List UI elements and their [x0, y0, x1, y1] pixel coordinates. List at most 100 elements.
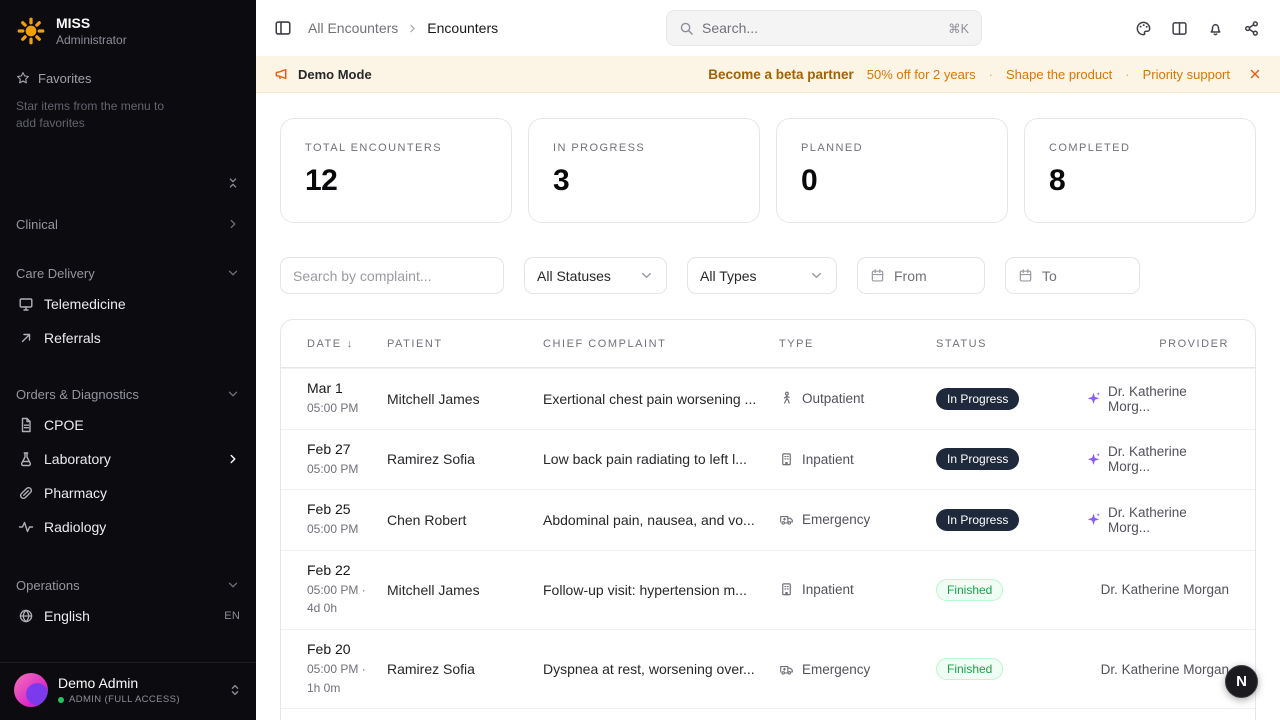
encounter-date: Mar 1 05:00 PM — [307, 380, 387, 418]
date-from-picker[interactable]: From — [857, 257, 985, 294]
table-row[interactable]: Mar 1 05:00 PM Mitchell James Exertional… — [281, 368, 1255, 429]
beta-partner-link[interactable]: Become a beta partner — [708, 67, 854, 82]
sidebar-item-language[interactable]: English EN — [0, 599, 256, 633]
ai-sparkle-icon — [1086, 452, 1101, 467]
chief-complaint: Low back pain radiating to left l... — [543, 451, 779, 467]
notifications-button[interactable] — [1207, 20, 1224, 37]
document-icon — [18, 417, 34, 433]
column-header-patient[interactable]: PATIENT — [387, 338, 543, 350]
breadcrumb-current: Encounters — [427, 20, 498, 36]
theme-button[interactable] — [1135, 20, 1152, 37]
encounters-table: DATE↓ PATIENT CHIEF COMPLAINT TYPE STATU… — [280, 319, 1256, 720]
type-filter-value: All Types — [700, 268, 757, 284]
status-badge: In Progress — [936, 388, 1019, 410]
chief-complaint: Follow-up visit: hypertension m... — [543, 582, 779, 598]
encounter-type: Emergency — [779, 512, 936, 527]
complaint-search-input[interactable] — [280, 257, 504, 294]
sidebar-item-label: Referrals — [44, 330, 101, 346]
group-label: Care Delivery — [16, 266, 95, 281]
search-input[interactable] — [702, 20, 940, 36]
floating-n-button[interactable]: N — [1225, 665, 1258, 698]
collapse-sections-icon[interactable] — [226, 176, 240, 190]
favorites-section: Favorites Star items from the menu to ad… — [0, 59, 256, 133]
encounter-type: Outpatient — [779, 391, 936, 406]
sidebar-item-telemedicine[interactable]: Telemedicine — [0, 287, 256, 321]
sidebar-group-care-delivery[interactable]: Care Delivery — [0, 260, 256, 287]
provider-cell: Dr. Katherine Morgan — [1101, 582, 1229, 597]
encounter-date: Feb 27 05:00 PM — [307, 441, 387, 479]
banner-perk: 50% off for 2 years — [867, 67, 976, 82]
sidebar-item-label: Radiology — [44, 519, 106, 535]
sidebar-item-label: English — [44, 608, 90, 624]
user-info: Demo Admin ADMIN (FULL ACCESS) — [58, 675, 180, 705]
app-header: MISS Administrator — [0, 0, 256, 59]
sidebar-item-pharmacy[interactable]: Pharmacy — [0, 476, 256, 510]
date-to-label: To — [1042, 268, 1057, 284]
topbar-actions — [1135, 20, 1260, 37]
encounter-type: Inpatient — [779, 452, 936, 467]
column-header-type[interactable]: TYPE — [779, 338, 936, 350]
sidebar-group-orders-diagnostics[interactable]: Orders & Diagnostics — [0, 381, 256, 408]
sidebar-item-referrals[interactable]: Referrals — [0, 321, 256, 355]
patient-name: Chen Robert — [387, 512, 543, 528]
sidebar-toggle-button[interactable] — [274, 19, 292, 37]
ai-sparkle-icon — [1086, 512, 1101, 527]
patient-name: Ramirez Sofia — [387, 661, 543, 677]
chevron-down-icon — [226, 266, 240, 280]
patient-name: Ramirez Sofia — [387, 451, 543, 467]
chevron-down-icon — [639, 268, 654, 283]
breadcrumb-link[interactable]: All Encounters — [308, 20, 398, 36]
banner-close-button[interactable] — [1248, 67, 1262, 81]
table-header-row: DATE↓ PATIENT CHIEF COMPLAINT TYPE STATU… — [281, 320, 1255, 368]
status-cell: In Progress — [936, 509, 1086, 531]
user-role: ADMIN (FULL ACCESS) — [69, 694, 180, 705]
table-row[interactable]: Feb 25 05:00 PM Chen Robert Abdominal pa… — [281, 489, 1255, 550]
sidebar-item-radiology[interactable]: Radiology — [0, 510, 256, 544]
stat-card-planned: PLANNED 0 — [776, 118, 1008, 223]
share-button[interactable] — [1243, 20, 1260, 37]
stat-value: 12 — [305, 163, 487, 199]
search-shortcut: ⌘K — [948, 21, 969, 36]
provider-cell: Dr. Katherine Morgan — [1101, 662, 1229, 677]
stat-card-in-progress: IN PROGRESS 3 — [528, 118, 760, 223]
sidebar-item-cpoe[interactable]: CPOE — [0, 408, 256, 442]
topbar: All Encounters Encounters ⌘K — [256, 0, 1280, 56]
sidebar-item-laboratory[interactable]: Laboratory — [0, 442, 256, 476]
table-row[interactable]: Feb 27 05:00 PM Ramirez Sofia Low back p… — [281, 429, 1255, 490]
flask-icon — [18, 451, 34, 467]
type-filter-select[interactable]: All Types — [687, 257, 837, 294]
chevron-down-icon — [809, 268, 824, 283]
chevron-right-icon — [226, 217, 240, 231]
sidebar-nav: Clinical Care Delivery Telemedicine Refe… — [0, 211, 256, 633]
chief-complaint: Exertional chest pain worsening ... — [543, 391, 779, 407]
status-cell: In Progress — [936, 388, 1086, 410]
provider-cell: Dr. Katherine Morg... — [1086, 505, 1229, 535]
column-header-date[interactable]: DATE↓ — [307, 338, 387, 350]
column-header-complaint[interactable]: CHIEF COMPLAINT — [543, 338, 779, 350]
sidebar-item-label: Laboratory — [44, 451, 111, 467]
user-menu[interactable]: Demo Admin ADMIN (FULL ACCESS) — [0, 662, 256, 720]
status-badge: Finished — [936, 658, 1003, 680]
date-to-picker[interactable]: To — [1005, 257, 1140, 294]
global-search[interactable]: ⌘K — [666, 10, 982, 46]
provider-name: Dr. Katherine Morg... — [1108, 384, 1229, 414]
layout-columns-button[interactable] — [1171, 20, 1188, 37]
provider-name: Dr. Katherine Morgan — [1101, 662, 1229, 677]
sidebar-group-operations[interactable]: Operations — [0, 572, 256, 599]
status-filter-select[interactable]: All Statuses — [524, 257, 667, 294]
status-badge: In Progress — [936, 509, 1019, 531]
chevron-right-icon — [406, 22, 419, 35]
panel-left-icon — [274, 19, 292, 37]
table-row[interactable]: Feb 22 05:00 PM · 4d 0h Mitchell James F… — [281, 550, 1255, 629]
encounter-type: Inpatient — [779, 582, 936, 597]
app-name: MISS — [56, 15, 127, 32]
group-label: Operations — [16, 578, 80, 593]
favorites-label: Favorites — [38, 71, 91, 86]
column-header-status[interactable]: STATUS — [936, 338, 1086, 350]
bell-icon — [1207, 20, 1224, 37]
column-header-provider[interactable]: PROVIDER — [1159, 338, 1229, 350]
language-badge: EN — [224, 610, 240, 622]
sidebar-group-clinical[interactable]: Clinical — [0, 211, 256, 238]
table-row[interactable]: Feb 20 05:00 PM · 1h 0m Ramirez Sofia Dy… — [281, 629, 1255, 708]
stat-value: 3 — [553, 163, 735, 199]
